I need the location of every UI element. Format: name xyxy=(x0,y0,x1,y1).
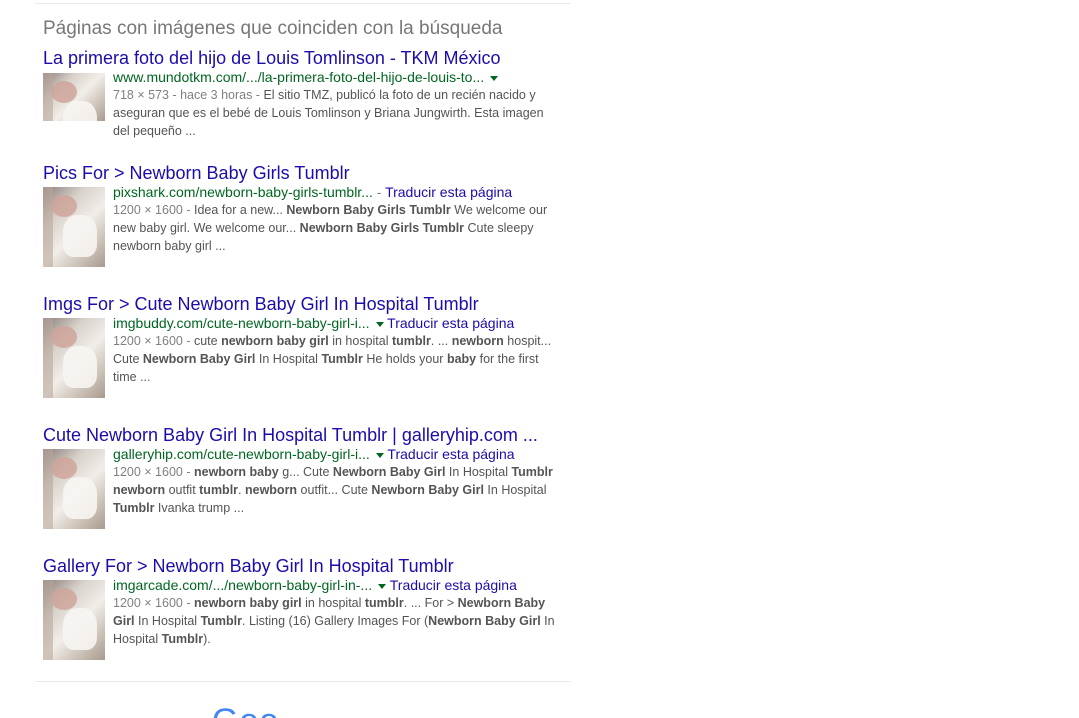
section-heading: Páginas con imágenes que coinciden con l… xyxy=(43,18,503,39)
result-image-meta: 1200 × 1600 - xyxy=(113,596,194,610)
result-url-line: www.mundotkm.com/.../la-primera-foto-del… xyxy=(113,69,563,86)
result-meta: pixshark.com/newborn-baby-girls-tumblr..… xyxy=(113,184,563,255)
result-title-link[interactable]: Gallery For > Newborn Baby Girl In Hospi… xyxy=(43,555,563,577)
result-item: La primera foto del hijo de Louis Tomlin… xyxy=(43,47,563,153)
thumbnail-face xyxy=(51,326,77,348)
result-meta: www.mundotkm.com/.../la-primera-foto-del… xyxy=(113,69,563,140)
translate-link[interactable]: Traducir esta página xyxy=(390,577,517,593)
thumbnail-body xyxy=(63,608,97,650)
result-snippet: 718 × 573 - hace 3 horas - El sitio TMZ,… xyxy=(113,86,563,140)
result-thumbnail[interactable] xyxy=(43,187,105,267)
result-url[interactable]: galleryhip.com/cute-newborn-baby-girl-i.… xyxy=(113,446,370,462)
result-thumbnail[interactable] xyxy=(43,449,105,529)
thumbnail-face xyxy=(51,195,77,217)
thumbnail-body xyxy=(63,346,97,388)
result-body: www.mundotkm.com/.../la-primera-foto-del… xyxy=(43,69,563,153)
result-image-meta: 718 × 573 - hace 3 horas - xyxy=(113,88,264,102)
result-snippet: 1200 × 1600 - Idea for a new... Newborn … xyxy=(113,201,563,255)
translate-link[interactable]: Traducir esta página xyxy=(387,446,514,462)
caret-down-icon[interactable] xyxy=(378,583,387,589)
result-title-link[interactable]: Pics For > Newborn Baby Girls Tumblr xyxy=(43,162,563,184)
result-meta: imgbuddy.com/cute-newborn-baby-girl-i...… xyxy=(113,315,563,386)
thumbnail-shade xyxy=(43,580,53,660)
result-url[interactable]: www.mundotkm.com/.../la-primera-foto-del… xyxy=(113,69,484,85)
thumbnail-body xyxy=(63,215,97,257)
caret-down-icon[interactable] xyxy=(375,452,384,458)
thumbnail-shade xyxy=(43,187,53,267)
search-results-page: Páginas con imágenes que coinciden con l… xyxy=(0,0,1079,718)
result-title-link[interactable]: Cute Newborn Baby Girl In Hospital Tumbl… xyxy=(43,424,563,446)
result-image-meta: 1200 × 1600 - xyxy=(113,203,194,217)
google-logo[interactable]: Goo xyxy=(212,704,279,718)
result-snippet: 1200 × 1600 - newborn baby girl in hospi… xyxy=(113,594,563,648)
result-item: Imgs For > Cute Newborn Baby Girl In Hos… xyxy=(43,293,563,399)
thumbnail-face xyxy=(51,457,77,479)
thumbnail-face xyxy=(51,81,77,103)
divider-bottom xyxy=(35,681,571,682)
result-title-link[interactable]: Imgs For > Cute Newborn Baby Girl In Hos… xyxy=(43,293,563,315)
result-url-line: imgarcade.com/.../newborn-baby-girl-in-.… xyxy=(113,577,563,594)
result-image-meta: 1200 × 1600 - xyxy=(113,465,194,479)
result-meta: imgarcade.com/.../newborn-baby-girl-in-.… xyxy=(113,577,563,648)
translate-link[interactable]: Traducir esta página xyxy=(387,315,514,331)
result-url-line: galleryhip.com/cute-newborn-baby-girl-i.… xyxy=(113,446,563,463)
result-item: Pics For > Newborn Baby Girls Tumblr pix… xyxy=(43,162,563,268)
thumbnail-body xyxy=(63,477,97,519)
caret-down-icon[interactable] xyxy=(375,321,384,327)
result-body: imgarcade.com/.../newborn-baby-girl-in-.… xyxy=(43,577,563,661)
result-meta: galleryhip.com/cute-newborn-baby-girl-i.… xyxy=(113,446,563,517)
thumbnail-shade xyxy=(43,318,53,398)
result-body: galleryhip.com/cute-newborn-baby-girl-i.… xyxy=(43,446,563,530)
thumbnail-face xyxy=(51,588,77,610)
result-snippet: 1200 × 1600 - newborn baby g... Cute New… xyxy=(113,463,563,517)
result-thumbnail[interactable] xyxy=(43,580,105,660)
result-image-meta: 1200 × 1600 - xyxy=(113,334,194,348)
result-snippet: 1200 × 1600 - cute newborn baby girl in … xyxy=(113,332,563,386)
result-item: Gallery For > Newborn Baby Girl In Hospi… xyxy=(43,555,563,661)
translate-link[interactable]: Traducir esta página xyxy=(385,184,512,200)
result-thumbnail[interactable] xyxy=(43,73,105,121)
result-url[interactable]: imgbuddy.com/cute-newborn-baby-girl-i... xyxy=(113,315,370,331)
result-title-link[interactable]: La primera foto del hijo de Louis Tomlin… xyxy=(43,47,563,69)
result-thumbnail[interactable] xyxy=(43,318,105,398)
thumbnail-shade xyxy=(43,449,53,529)
url-separator: - xyxy=(372,184,386,200)
result-body: imgbuddy.com/cute-newborn-baby-girl-i...… xyxy=(43,315,563,399)
result-url-line: pixshark.com/newborn-baby-girls-tumblr..… xyxy=(113,184,563,201)
result-url[interactable]: imgarcade.com/.../newborn-baby-girl-in-.… xyxy=(113,577,372,593)
thumbnail-body xyxy=(63,101,97,121)
caret-down-icon[interactable] xyxy=(490,75,499,81)
result-item: Cute Newborn Baby Girl In Hospital Tumbl… xyxy=(43,424,563,530)
result-url-line: imgbuddy.com/cute-newborn-baby-girl-i...… xyxy=(113,315,563,332)
result-body: pixshark.com/newborn-baby-girls-tumblr..… xyxy=(43,184,563,268)
result-url[interactable]: pixshark.com/newborn-baby-girls-tumblr..… xyxy=(113,184,373,200)
divider-top xyxy=(35,3,571,4)
